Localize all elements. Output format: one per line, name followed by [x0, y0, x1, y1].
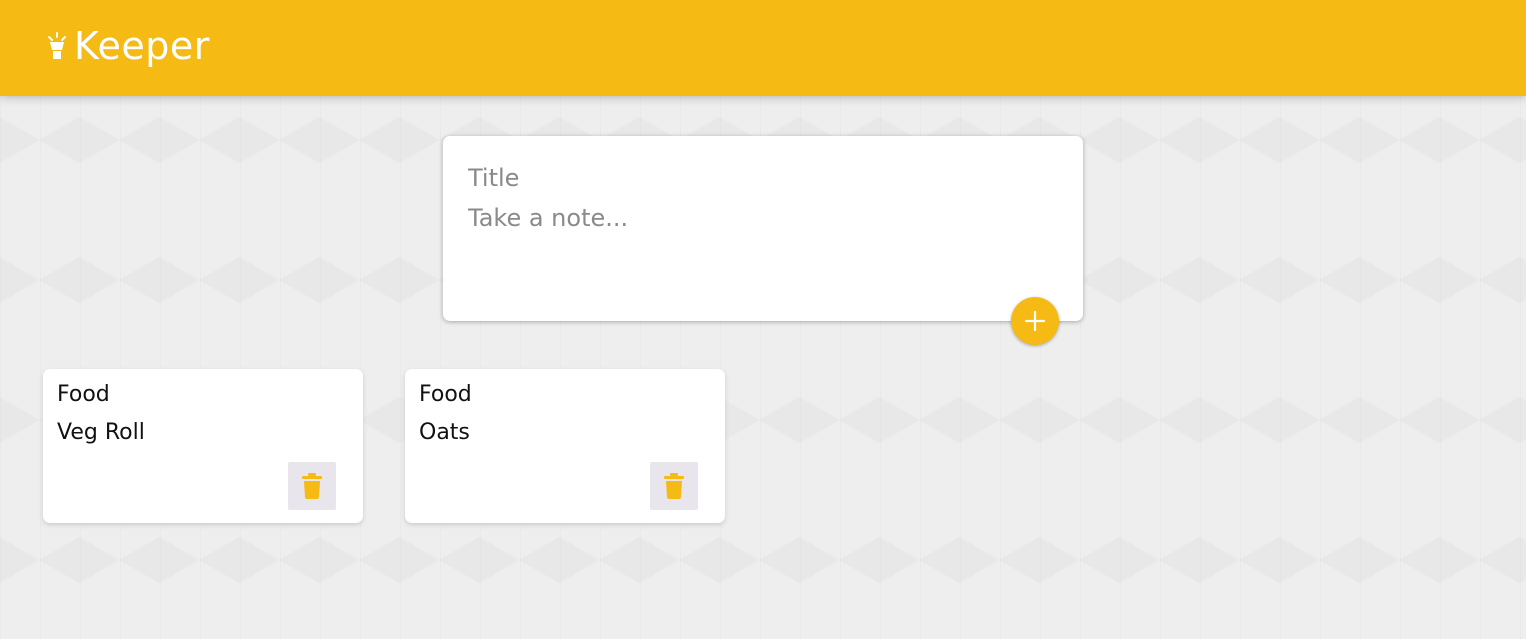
note-content-input[interactable] [468, 202, 1058, 282]
note-card: Food Veg Roll [43, 369, 363, 523]
create-note-form [443, 136, 1083, 321]
app-title: Keeper [74, 24, 210, 68]
note-content: Oats [419, 420, 470, 445]
delete-note-button[interactable] [288, 462, 336, 510]
app-header: Keeper [0, 0, 1526, 96]
plus-icon [1024, 310, 1046, 332]
note-title: Food [57, 382, 110, 407]
add-note-button[interactable] [1011, 297, 1059, 345]
note-title-input[interactable] [468, 162, 1058, 194]
trash-icon [302, 473, 322, 499]
trash-icon [664, 473, 684, 499]
note-card: Food Oats [405, 369, 725, 523]
app-logo: Keeper [46, 24, 210, 68]
delete-note-button[interactable] [650, 462, 698, 510]
note-title: Food [419, 382, 472, 407]
note-content: Veg Roll [57, 420, 145, 445]
lightbulb-icon [48, 32, 66, 59]
